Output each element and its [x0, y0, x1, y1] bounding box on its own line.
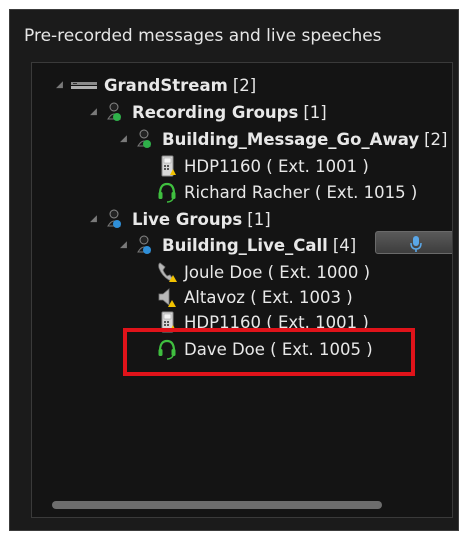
- collapse-icon[interactable]: ◢: [120, 240, 134, 250]
- tree-node-joule-doe[interactable]: Joule Doe ( Ext. 1000 ): [156, 260, 370, 284]
- group-icon: [134, 234, 156, 256]
- phone-device-icon: [156, 155, 178, 177]
- tree-node-altavoz[interactable]: Altavoz ( Ext. 1003 ): [156, 285, 353, 309]
- highlight-box: [123, 328, 415, 376]
- tree-node-count: [2]: [424, 129, 448, 149]
- speaker-icon: [156, 286, 178, 308]
- tree-node-label: GrandStream: [104, 75, 228, 95]
- tree-node-hdp1160-1[interactable]: HDP1160 ( Ext. 1001 ): [156, 154, 369, 178]
- tree-node-label: Building_Message_Go_Away: [162, 129, 420, 149]
- group-icon: [104, 101, 126, 123]
- panel-title: Pre-recorded messages and live speeches: [24, 26, 382, 46]
- tree-node-count: [4]: [332, 235, 357, 255]
- group-icon: [134, 128, 156, 150]
- tree-node-label: Building_Live_Call: [162, 235, 328, 255]
- tree-node-count: [1]: [303, 102, 327, 122]
- tree-node-recording-groups[interactable]: ◢ Recording Groups [1]: [90, 100, 327, 124]
- tree-node-label: Live Groups: [132, 209, 243, 229]
- tree-node-label: HDP1160 ( Ext. 1001 ): [184, 156, 369, 176]
- tree-node-label: Altavoz ( Ext. 1003 ): [184, 287, 353, 307]
- server-icon: [70, 74, 98, 96]
- collapse-icon[interactable]: ◢: [120, 134, 134, 144]
- collapse-icon[interactable]: ◢: [90, 214, 104, 224]
- collapse-icon[interactable]: ◢: [90, 107, 104, 117]
- microphone-icon: [410, 236, 422, 252]
- tree-node-building-live-call[interactable]: ◢ Building_Live_Call [4]: [120, 233, 356, 257]
- tree-node-live-groups[interactable]: ◢ Live Groups [1]: [90, 207, 271, 231]
- tree-node-building-message[interactable]: ◢ Building_Message_Go_Away [2]: [120, 127, 447, 151]
- horizontal-scrollbar[interactable]: [52, 501, 382, 509]
- tree-node-label: Joule Doe ( Ext. 1000 ): [184, 262, 371, 282]
- handset-icon: [156, 261, 178, 283]
- tree-node-label: Recording Groups: [132, 102, 299, 122]
- collapse-icon[interactable]: ◢: [56, 80, 70, 90]
- speech-tree[interactable]: ◢ GrandStream [2] ◢ Recording Groups [1]…: [31, 62, 453, 518]
- speech-panel: Pre-recorded messages and live speeches …: [9, 9, 459, 531]
- live-call-microphone-button[interactable]: [375, 231, 452, 254]
- tree-node-count: [1]: [247, 209, 271, 229]
- tree-node-richard-racher[interactable]: Richard Racher ( Ext. 1015 ): [156, 180, 417, 204]
- headset-icon: [156, 181, 178, 203]
- tree-node-grandstream[interactable]: ◢ GrandStream [2]: [56, 73, 256, 97]
- tree-node-label: Richard Racher ( Ext. 1015 ): [184, 182, 418, 202]
- group-icon: [104, 208, 126, 230]
- tree-node-count: [2]: [232, 75, 257, 95]
